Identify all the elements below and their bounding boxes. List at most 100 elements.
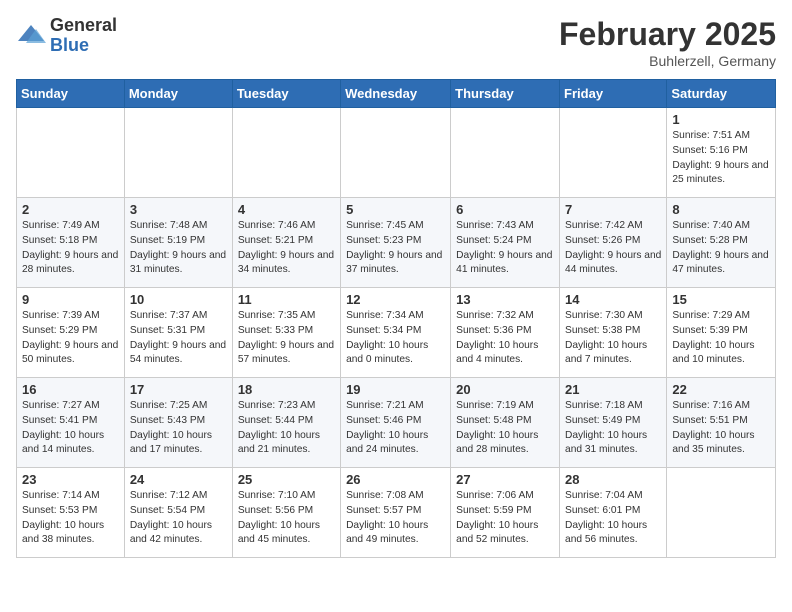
day-info: Sunrise: 7:32 AM Sunset: 5:36 PM Dayligh… bbox=[456, 309, 554, 368]
table-row: 13 Sunrise: 7:32 AM Sunset: 5:36 PM Dayli… bbox=[451, 288, 560, 378]
day-number: 19 bbox=[346, 382, 445, 397]
day-info: Sunrise: 7:08 AM Sunset: 5:57 PM Dayligh… bbox=[346, 489, 445, 548]
day-number: 17 bbox=[130, 382, 227, 397]
day-number: 7 bbox=[565, 202, 661, 217]
day-info: Sunrise: 7:23 AM Sunset: 5:44 PM Dayligh… bbox=[238, 399, 335, 458]
title-block: February 2025 Buhlerzell, Germany bbox=[559, 16, 776, 69]
day-info: Sunrise: 7:16 AM Sunset: 5:51 PM Dayligh… bbox=[672, 399, 770, 458]
table-row: 7 Sunrise: 7:42 AM Sunset: 5:26 PM Daylig… bbox=[560, 198, 667, 288]
table-row: 24Sunrise: 7:12 AM Sunset: 5:54 PM Dayli… bbox=[124, 468, 232, 558]
calendar-week-2: 2 Sunrise: 7:49 AM Sunset: 5:18 PM Daylig… bbox=[17, 198, 776, 288]
table-row bbox=[451, 108, 560, 198]
logo-blue: Blue bbox=[50, 36, 117, 56]
day-info: Sunrise: 7:29 AM Sunset: 5:39 PM Dayligh… bbox=[672, 309, 770, 368]
month-title: February 2025 bbox=[559, 16, 776, 53]
day-number: 13 bbox=[456, 292, 554, 307]
day-info: Sunrise: 7:25 AM Sunset: 5:43 PM Dayligh… bbox=[130, 399, 227, 458]
day-number: 12 bbox=[346, 292, 445, 307]
col-saturday: Saturday bbox=[667, 80, 776, 108]
day-number: 11 bbox=[238, 292, 335, 307]
calendar-week-4: 16 Sunrise: 7:27 AM Sunset: 5:41 PM Dayli… bbox=[17, 378, 776, 468]
table-row: 11 Sunrise: 7:35 AM Sunset: 5:33 PM Dayli… bbox=[232, 288, 340, 378]
col-monday: Monday bbox=[124, 80, 232, 108]
table-row: 19 Sunrise: 7:21 AM Sunset: 5:46 PM Dayli… bbox=[341, 378, 451, 468]
day-info: Sunrise: 7:18 AM Sunset: 5:49 PM Dayligh… bbox=[565, 399, 661, 458]
table-row: 8 Sunrise: 7:40 AM Sunset: 5:28 PM Daylig… bbox=[667, 198, 776, 288]
day-info: Sunrise: 7:14 AM Sunset: 5:53 PM Dayligh… bbox=[22, 489, 119, 548]
table-row: 28 Sunrise: 7:04 AM Sunset: 6:01 PM Dayli… bbox=[560, 468, 667, 558]
day-info: Sunrise: 7:19 AM Sunset: 5:48 PM Dayligh… bbox=[456, 399, 554, 458]
table-row: 14Sunrise: 7:30 AM Sunset: 5:38 PM Dayli… bbox=[560, 288, 667, 378]
table-row: 3 Sunrise: 7:48 AM Sunset: 5:19 PM Daylig… bbox=[124, 198, 232, 288]
col-wednesday: Wednesday bbox=[341, 80, 451, 108]
day-info: Sunrise: 7:45 AM Sunset: 5:23 PM Dayligh… bbox=[346, 219, 445, 278]
day-info: Sunrise: 7:42 AM Sunset: 5:26 PM Dayligh… bbox=[565, 219, 661, 278]
table-row: 20 Sunrise: 7:19 AM Sunset: 5:48 PM Dayli… bbox=[451, 378, 560, 468]
table-row: 17 Sunrise: 7:25 AM Sunset: 5:43 PM Dayli… bbox=[124, 378, 232, 468]
table-row: 2 Sunrise: 7:49 AM Sunset: 5:18 PM Daylig… bbox=[17, 198, 125, 288]
logo-icon bbox=[16, 21, 46, 51]
day-info: Sunrise: 7:35 AM Sunset: 5:33 PM Dayligh… bbox=[238, 309, 335, 368]
day-number: 16 bbox=[22, 382, 119, 397]
table-row: 4Sunrise: 7:46 AM Sunset: 5:21 PM Daylig… bbox=[232, 198, 340, 288]
day-info: Sunrise: 7:37 AM Sunset: 5:31 PM Dayligh… bbox=[130, 309, 227, 368]
calendar-week-5: 23 Sunrise: 7:14 AM Sunset: 5:53 PM Dayli… bbox=[17, 468, 776, 558]
day-number: 21 bbox=[565, 382, 661, 397]
day-number: 23 bbox=[22, 472, 119, 487]
calendar-week-1: 1Sunrise: 7:51 AM Sunset: 5:16 PM Daylig… bbox=[17, 108, 776, 198]
day-info: Sunrise: 7:43 AM Sunset: 5:24 PM Dayligh… bbox=[456, 219, 554, 278]
day-number: 27 bbox=[456, 472, 554, 487]
table-row bbox=[341, 108, 451, 198]
col-friday: Friday bbox=[560, 80, 667, 108]
day-number: 25 bbox=[238, 472, 335, 487]
day-info: Sunrise: 7:06 AM Sunset: 5:59 PM Dayligh… bbox=[456, 489, 554, 548]
table-row bbox=[232, 108, 340, 198]
logo: General Blue bbox=[16, 16, 117, 56]
day-number: 20 bbox=[456, 382, 554, 397]
table-row: 1Sunrise: 7:51 AM Sunset: 5:16 PM Daylig… bbox=[667, 108, 776, 198]
table-row: 26 Sunrise: 7:08 AM Sunset: 5:57 PM Dayli… bbox=[341, 468, 451, 558]
table-row: 21 Sunrise: 7:18 AM Sunset: 5:49 PM Dayli… bbox=[560, 378, 667, 468]
day-info: Sunrise: 7:10 AM Sunset: 5:56 PM Dayligh… bbox=[238, 489, 335, 548]
logo-text: General Blue bbox=[50, 16, 117, 56]
day-info: Sunrise: 7:21 AM Sunset: 5:46 PM Dayligh… bbox=[346, 399, 445, 458]
day-info: Sunrise: 7:12 AM Sunset: 5:54 PM Dayligh… bbox=[130, 489, 227, 548]
table-row: 5 Sunrise: 7:45 AM Sunset: 5:23 PM Daylig… bbox=[341, 198, 451, 288]
day-number: 8 bbox=[672, 202, 770, 217]
table-row: 25 Sunrise: 7:10 AM Sunset: 5:56 PM Dayli… bbox=[232, 468, 340, 558]
day-number: 10 bbox=[130, 292, 227, 307]
day-info: Sunrise: 7:27 AM Sunset: 5:41 PM Dayligh… bbox=[22, 399, 119, 458]
table-row: 6 Sunrise: 7:43 AM Sunset: 5:24 PM Daylig… bbox=[451, 198, 560, 288]
logo-general: General bbox=[50, 16, 117, 36]
day-number: 1 bbox=[672, 112, 770, 127]
calendar-table: Sunday Monday Tuesday Wednesday Thursday… bbox=[16, 79, 776, 558]
day-number: 6 bbox=[456, 202, 554, 217]
day-info: Sunrise: 7:48 AM Sunset: 5:19 PM Dayligh… bbox=[130, 219, 227, 278]
day-number: 15 bbox=[672, 292, 770, 307]
table-row: 27 Sunrise: 7:06 AM Sunset: 5:59 PM Dayli… bbox=[451, 468, 560, 558]
table-row bbox=[17, 108, 125, 198]
table-row bbox=[560, 108, 667, 198]
location: Buhlerzell, Germany bbox=[559, 53, 776, 69]
table-row bbox=[667, 468, 776, 558]
day-number: 5 bbox=[346, 202, 445, 217]
col-thursday: Thursday bbox=[451, 80, 560, 108]
col-tuesday: Tuesday bbox=[232, 80, 340, 108]
table-row: 16 Sunrise: 7:27 AM Sunset: 5:41 PM Dayli… bbox=[17, 378, 125, 468]
day-number: 18 bbox=[238, 382, 335, 397]
table-row: 12 Sunrise: 7:34 AM Sunset: 5:34 PM Dayli… bbox=[341, 288, 451, 378]
day-number: 2 bbox=[22, 202, 119, 217]
day-number: 28 bbox=[565, 472, 661, 487]
day-info: Sunrise: 7:49 AM Sunset: 5:18 PM Dayligh… bbox=[22, 219, 119, 278]
day-number: 26 bbox=[346, 472, 445, 487]
calendar-header-row: Sunday Monday Tuesday Wednesday Thursday… bbox=[17, 80, 776, 108]
table-row: 15 Sunrise: 7:29 AM Sunset: 5:39 PM Dayli… bbox=[667, 288, 776, 378]
day-number: 3 bbox=[130, 202, 227, 217]
day-info: Sunrise: 7:39 AM Sunset: 5:29 PM Dayligh… bbox=[22, 309, 119, 368]
table-row: 23 Sunrise: 7:14 AM Sunset: 5:53 PM Dayli… bbox=[17, 468, 125, 558]
table-row bbox=[124, 108, 232, 198]
day-info: Sunrise: 7:04 AM Sunset: 6:01 PM Dayligh… bbox=[565, 489, 661, 548]
table-row: 22Sunrise: 7:16 AM Sunset: 5:51 PM Dayli… bbox=[667, 378, 776, 468]
day-info: Sunrise: 7:34 AM Sunset: 5:34 PM Dayligh… bbox=[346, 309, 445, 368]
day-info: Sunrise: 7:40 AM Sunset: 5:28 PM Dayligh… bbox=[672, 219, 770, 278]
